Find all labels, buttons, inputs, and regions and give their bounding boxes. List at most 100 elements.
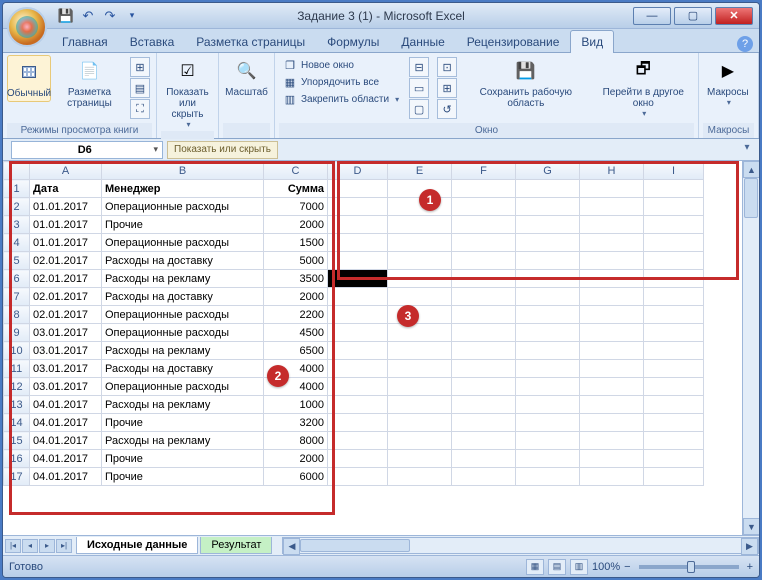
cell[interactable] — [328, 306, 388, 324]
scroll-down-icon[interactable]: ▼ — [743, 518, 759, 535]
cell[interactable]: 6500 — [264, 342, 328, 360]
cell[interactable]: 8000 — [264, 432, 328, 450]
cell[interactable] — [452, 360, 516, 378]
row-header[interactable]: 3 — [4, 216, 30, 234]
cell[interactable] — [452, 450, 516, 468]
showhide-button[interactable]: ☑ Показать или скрыть ▾ — [161, 55, 214, 131]
cell[interactable] — [580, 252, 644, 270]
cell[interactable] — [388, 216, 452, 234]
row-header[interactable]: 14 — [4, 414, 30, 432]
cell[interactable] — [644, 234, 704, 252]
cell[interactable] — [580, 468, 644, 486]
zoom-in-icon[interactable]: + — [747, 561, 753, 573]
cell[interactable] — [452, 324, 516, 342]
cell[interactable]: 03.01.2017 — [30, 324, 102, 342]
cell[interactable] — [452, 378, 516, 396]
cell[interactable]: 04.01.2017 — [30, 450, 102, 468]
cell[interactable]: 02.01.2017 — [30, 288, 102, 306]
tab-home[interactable]: Главная — [51, 30, 119, 53]
cell[interactable] — [644, 360, 704, 378]
cell[interactable]: Менеджер — [102, 180, 264, 198]
pagebreak-icon[interactable]: ⊞ — [130, 57, 150, 77]
scroll-thumb-h[interactable] — [300, 539, 410, 552]
vertical-scrollbar[interactable]: ▲ ▼ — [742, 161, 759, 535]
cell[interactable] — [328, 342, 388, 360]
cell[interactable] — [644, 450, 704, 468]
cell[interactable] — [452, 288, 516, 306]
row-header[interactable]: 13 — [4, 396, 30, 414]
cell[interactable] — [328, 432, 388, 450]
cell[interactable] — [644, 468, 704, 486]
cell[interactable] — [328, 288, 388, 306]
cell[interactable] — [580, 198, 644, 216]
cell[interactable] — [328, 360, 388, 378]
cell[interactable]: 2000 — [264, 450, 328, 468]
cell[interactable]: Сумма — [264, 180, 328, 198]
row-header[interactable]: 7 — [4, 288, 30, 306]
cell[interactable] — [580, 288, 644, 306]
col-header-B[interactable]: B — [102, 162, 264, 180]
cell[interactable] — [644, 396, 704, 414]
cell[interactable]: 02.01.2017 — [30, 252, 102, 270]
cell[interactable] — [516, 252, 580, 270]
cell[interactable]: 4000 — [264, 378, 328, 396]
spreadsheet-grid[interactable]: ABCDEFGHI 1ДатаМенеджерСумма201.01.2017О… — [3, 161, 759, 535]
cell[interactable] — [644, 198, 704, 216]
cell[interactable] — [644, 288, 704, 306]
cell[interactable] — [516, 450, 580, 468]
cell[interactable] — [644, 252, 704, 270]
cell[interactable] — [328, 450, 388, 468]
cell[interactable] — [388, 468, 452, 486]
cell[interactable] — [452, 306, 516, 324]
save-workspace-button[interactable]: 💾 Сохранить рабочую область — [463, 55, 588, 111]
cell[interactable] — [580, 234, 644, 252]
tab-pagelayout[interactable]: Разметка страницы — [185, 30, 316, 53]
redo-icon[interactable]: ↷ — [101, 7, 119, 25]
cell[interactable]: 3200 — [264, 414, 328, 432]
cell[interactable]: 2000 — [264, 216, 328, 234]
save-icon[interactable]: 💾 — [57, 7, 75, 25]
cell[interactable] — [644, 378, 704, 396]
cell[interactable] — [580, 378, 644, 396]
cell[interactable] — [388, 378, 452, 396]
cell[interactable]: 3500 — [264, 270, 328, 288]
chevron-down-icon[interactable]: ▾ — [153, 144, 158, 155]
cell[interactable]: Операционные расходы — [102, 324, 264, 342]
cell[interactable]: 7000 — [264, 198, 328, 216]
cell[interactable]: Расходы на рекламу — [102, 396, 264, 414]
minimize-button[interactable]: — — [633, 7, 671, 25]
cell[interactable] — [516, 324, 580, 342]
scroll-right-icon[interactable]: ▶ — [741, 538, 758, 555]
pagelayout-view-icon[interactable]: ▤ — [548, 559, 566, 575]
cell[interactable] — [388, 252, 452, 270]
cell[interactable] — [328, 252, 388, 270]
pagebreak-view-icon[interactable]: ▥ — [570, 559, 588, 575]
col-header-G[interactable]: G — [516, 162, 580, 180]
cell[interactable] — [328, 468, 388, 486]
cell[interactable] — [452, 252, 516, 270]
tab-formulas[interactable]: Формулы — [316, 30, 390, 53]
cell[interactable]: Операционные расходы — [102, 198, 264, 216]
row-header[interactable]: 15 — [4, 432, 30, 450]
cell[interactable]: 03.01.2017 — [30, 378, 102, 396]
cell[interactable] — [328, 378, 388, 396]
tab-review[interactable]: Рецензирование — [456, 30, 571, 53]
cell[interactable] — [328, 180, 388, 198]
cell[interactable]: 03.01.2017 — [30, 342, 102, 360]
cell[interactable] — [580, 270, 644, 288]
cell[interactable] — [328, 414, 388, 432]
cell[interactable] — [516, 468, 580, 486]
row-header[interactable]: 11 — [4, 360, 30, 378]
fullscreen-icon[interactable]: ⛶ — [130, 99, 150, 119]
cell[interactable]: 02.01.2017 — [30, 270, 102, 288]
cell[interactable] — [388, 342, 452, 360]
zoom-slider[interactable] — [639, 565, 739, 569]
row-header[interactable]: 17 — [4, 468, 30, 486]
close-button[interactable]: ✕ — [715, 7, 753, 25]
cell[interactable] — [388, 450, 452, 468]
arrange-button[interactable]: ▦Упорядочить все — [281, 74, 401, 90]
scroll-thumb[interactable] — [744, 178, 758, 218]
expand-formula-icon[interactable]: ▾ — [739, 142, 755, 158]
cell[interactable] — [516, 288, 580, 306]
row-header[interactable]: 12 — [4, 378, 30, 396]
